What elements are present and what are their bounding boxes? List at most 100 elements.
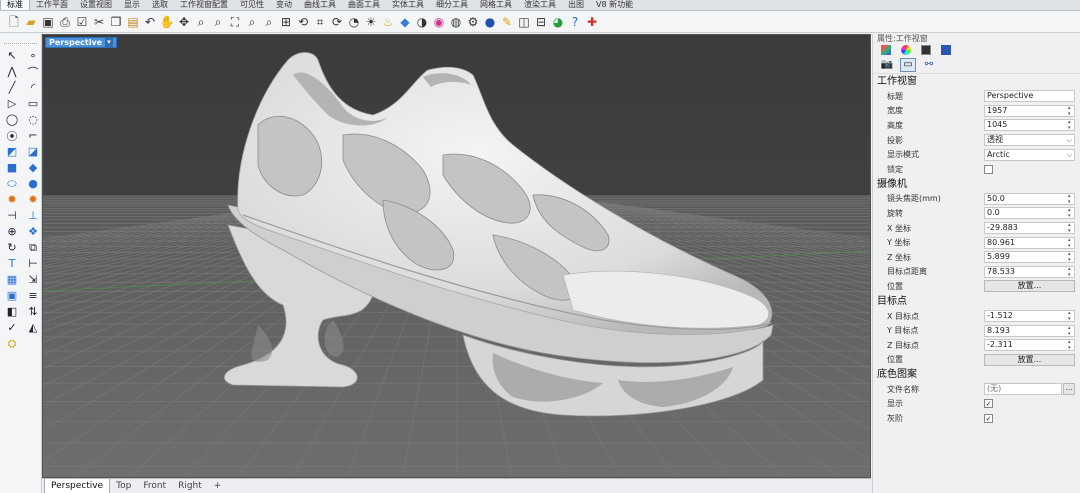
- tab-new-in-v8[interactable]: V8 新功能: [590, 0, 639, 10]
- group-icon[interactable]: ❖: [24, 224, 42, 239]
- mesh-icon[interactable]: ✹: [3, 192, 21, 207]
- polyline-icon[interactable]: ⋀: [3, 64, 21, 79]
- trim-icon[interactable]: ⊣: [3, 208, 21, 223]
- split-icon[interactable]: ⊥: [24, 208, 42, 223]
- projection-select[interactable]: 透视: [984, 134, 1075, 147]
- layer-box-icon[interactable]: ▣: [3, 288, 21, 303]
- shape-icon[interactable]: ◭: [24, 320, 42, 335]
- save-icon[interactable]: ▣: [40, 14, 56, 30]
- grid-snap-icon[interactable]: ⌗: [312, 14, 328, 30]
- target-distance-field[interactable]: 78.533: [984, 265, 1075, 278]
- tab-subd-tools[interactable]: 细分工具: [430, 0, 474, 10]
- curve-icon[interactable]: ⌒: [24, 64, 42, 79]
- display-tab-icon[interactable]: [921, 45, 931, 55]
- print-icon[interactable]: ⎙: [57, 14, 73, 30]
- new-file-icon[interactable]: 🗋: [6, 14, 22, 30]
- chevron-down-icon[interactable]: ▾: [105, 37, 113, 48]
- camera-x-field[interactable]: -29.883: [984, 222, 1075, 235]
- surface-icon[interactable]: ◩: [3, 144, 21, 159]
- tab-mesh-tools[interactable]: 网格工具: [474, 0, 518, 10]
- zoom-icon[interactable]: ⌕: [193, 14, 209, 30]
- move-view-icon[interactable]: ✥: [176, 14, 192, 30]
- open-folder-icon[interactable]: ▰: [23, 14, 39, 30]
- tab-curve-tools[interactable]: 曲线工具: [298, 0, 342, 10]
- camera-z-field[interactable]: 5.899: [984, 251, 1075, 264]
- viewport-canvas[interactable]: [43, 35, 871, 478]
- box-icon[interactable]: ■: [3, 160, 21, 175]
- target-z-field[interactable]: -2.311: [984, 339, 1075, 352]
- select-arrow-icon[interactable]: ↖: [3, 48, 21, 63]
- undo-view-icon[interactable]: ⟳: [329, 14, 345, 30]
- viewport-perspective[interactable]: Perspective ▾: [42, 34, 871, 478]
- align-icon[interactable]: ≡: [24, 288, 42, 303]
- browse-button[interactable]: ...: [1063, 383, 1075, 396]
- plugin-icon[interactable]: ✚: [584, 14, 600, 30]
- add-viewport-button[interactable]: +: [208, 479, 228, 493]
- color-tab-icon[interactable]: [901, 45, 911, 55]
- boolean-icon[interactable]: ◆: [24, 160, 42, 175]
- paint-icon[interactable]: ⛭: [3, 336, 21, 351]
- scale-icon[interactable]: ⇲: [24, 272, 42, 287]
- tab-visibility[interactable]: 可见性: [234, 0, 270, 10]
- rotate-view-icon[interactable]: ⟲: [295, 14, 311, 30]
- explode-icon[interactable]: ✸: [24, 192, 42, 207]
- join-icon[interactable]: ⊕: [3, 224, 21, 239]
- sphere-icon[interactable]: ●: [24, 176, 42, 191]
- undo-icon[interactable]: ↶: [142, 14, 158, 30]
- light-icon[interactable]: ✎: [499, 14, 515, 30]
- color-wheel-icon[interactable]: ◉: [431, 14, 447, 30]
- height-field[interactable]: 1045: [984, 119, 1075, 132]
- viewport-title-label[interactable]: Perspective: [49, 37, 102, 48]
- four-viewports-icon[interactable]: ⊞: [278, 14, 294, 30]
- place-camera-button[interactable]: 放置...: [984, 280, 1075, 293]
- tab-standard[interactable]: 标准: [0, 0, 30, 10]
- triangle-icon[interactable]: ▷: [3, 96, 21, 111]
- zoom-selected-icon[interactable]: ⌕: [244, 14, 260, 30]
- tab-render-tools[interactable]: 渲染工具: [518, 0, 562, 10]
- viewport-title[interactable]: Perspective ▾: [45, 37, 117, 48]
- tab-right[interactable]: Right: [172, 479, 208, 493]
- paste-icon[interactable]: ▤: [125, 14, 141, 30]
- rotate-icon[interactable]: ↻: [3, 240, 21, 255]
- cut-icon[interactable]: ✂: [91, 14, 107, 30]
- show-checkbox[interactable]: ✓: [984, 399, 993, 409]
- tab-front[interactable]: Front: [137, 479, 172, 493]
- rectangle-icon[interactable]: ▭: [24, 96, 42, 111]
- filename-field[interactable]: (无): [984, 383, 1062, 396]
- properties-icon[interactable]: ☑: [74, 14, 90, 30]
- layers-tab-icon[interactable]: [881, 45, 891, 55]
- sun-icon[interactable]: ☀: [363, 14, 379, 30]
- extrude-icon[interactable]: ◪: [24, 144, 42, 159]
- zoom-target-icon[interactable]: ⌕: [261, 14, 277, 30]
- display-mode-icon[interactable]: ◍: [448, 14, 464, 30]
- arc-icon[interactable]: ◜: [24, 80, 42, 95]
- text-icon[interactable]: T: [3, 256, 21, 271]
- place-target-button[interactable]: 放置...: [984, 353, 1075, 366]
- copy-tool-icon[interactable]: ⧉: [24, 240, 42, 255]
- camera-icon[interactable]: ◔: [346, 14, 362, 30]
- point-icon[interactable]: ∘: [24, 48, 42, 63]
- tab-viewport-layout[interactable]: 工作视窗配置: [174, 0, 234, 10]
- line-icon[interactable]: ╱: [3, 80, 21, 95]
- camera-icon[interactable]: 📷: [879, 58, 895, 72]
- ellipse-icon[interactable]: ◌: [24, 112, 42, 127]
- shade-icon[interactable]: ◑: [414, 14, 430, 30]
- width-field[interactable]: 1957: [984, 104, 1075, 117]
- grayscale-checkbox[interactable]: ✓: [984, 414, 993, 424]
- check-icon[interactable]: ✓: [3, 320, 21, 335]
- focal-length-field[interactable]: 50.0: [984, 192, 1075, 205]
- rotation-field[interactable]: 0.0: [984, 207, 1075, 220]
- display-mode-select[interactable]: Arctic: [984, 148, 1075, 161]
- tab-drafting[interactable]: 出图: [562, 0, 590, 10]
- tab-set-view[interactable]: 设置视图: [74, 0, 118, 10]
- layer-icon[interactable]: ◫: [516, 14, 532, 30]
- pan-hand-icon[interactable]: ✋: [159, 14, 175, 30]
- offset-icon[interactable]: ⦿: [3, 128, 21, 143]
- link-icon[interactable]: ⚯: [921, 58, 937, 72]
- render-icon[interactable]: ●: [482, 14, 498, 30]
- target-x-field[interactable]: -1.512: [984, 310, 1075, 323]
- cylinder-icon[interactable]: ⬭: [3, 176, 21, 191]
- toolbar-grip[interactable]: [4, 36, 37, 44]
- title-field[interactable]: Perspective: [984, 90, 1075, 103]
- target-y-field[interactable]: 8.193: [984, 324, 1075, 337]
